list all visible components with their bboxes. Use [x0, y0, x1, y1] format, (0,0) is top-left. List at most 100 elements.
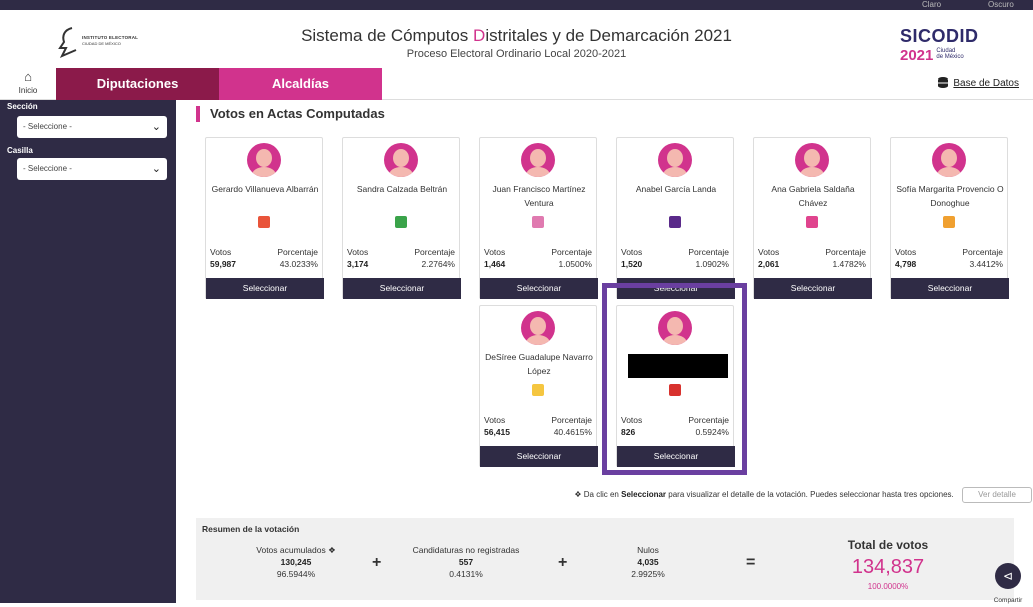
percentage-value: 1.4782%	[832, 259, 866, 269]
select-button[interactable]: Seleccionar	[480, 446, 598, 467]
tab-alcaldias[interactable]: Alcaldías	[219, 68, 382, 100]
avatar-icon	[932, 143, 966, 177]
candidate-card: DeSíree Guadalupe Navarro López Votos Po…	[479, 305, 598, 467]
plus-icon: +	[372, 554, 382, 571]
percentage-value: 1.0902%	[695, 259, 729, 269]
votes-value: 3,174	[347, 259, 369, 269]
votes-label: Votos	[758, 247, 780, 257]
select-button[interactable]: Seleccionar	[206, 278, 324, 299]
rsp-logo-icon	[806, 216, 818, 228]
avatar-icon	[521, 143, 555, 177]
votes-value: 1,464	[484, 259, 506, 269]
page-title: Sistema de Cómputos Distritales y de Dem…	[301, 26, 732, 45]
candidate-card: Juan Francisco Martínez Ventura Votos Po…	[479, 137, 598, 299]
total-value: 134,837	[851, 556, 925, 578]
candidate-card: Gerardo Villanueva Albarrán Votos Porcen…	[205, 137, 324, 299]
candidate-name: DeSíree Guadalupe Navarro López	[485, 352, 593, 376]
select-button[interactable]: Seleccionar	[480, 278, 598, 299]
ver-detalle-button[interactable]: Ver detalle	[962, 487, 1032, 503]
sicodid-brand: SICODID 2021 Ciudad de México	[900, 26, 1000, 65]
seccion-select-value: - Seleccione -	[23, 122, 72, 131]
summary-acumulados: Votos acumulados ❖ 130,245 96.5944%	[256, 545, 336, 579]
avatar-icon	[384, 143, 418, 177]
select-button[interactable]: Seleccionar	[754, 278, 872, 299]
casilla-select[interactable]: - Seleccione - ⌄	[17, 158, 167, 180]
database-link[interactable]: Base de Datos	[938, 77, 1019, 89]
summary-title: Resumen de la votación	[202, 524, 300, 534]
info-icon: ❖	[574, 490, 582, 499]
votes-value: 59,987	[210, 259, 236, 269]
votes-label: Votos	[210, 247, 232, 257]
summary-no-registradas: Candidaturas no registradas 557 0.4131%	[412, 545, 520, 579]
nav-bar: ⌂ Inicio Diputaciones Alcaldías Base de …	[0, 68, 1033, 100]
plus-icon: +	[558, 554, 568, 571]
candidate-name: Anabel García Landa	[635, 184, 717, 194]
brand-year: 2021	[900, 47, 934, 64]
home-label: Inicio	[18, 86, 38, 95]
brand-city: Ciudad de México	[936, 48, 964, 60]
chevron-down-icon: ⌄	[151, 163, 161, 175]
percentage-label: Porcentaje	[277, 247, 318, 257]
avatar-icon	[521, 311, 555, 345]
avatar-icon	[795, 143, 829, 177]
coalicion-logo-icon	[532, 384, 544, 396]
candidate-name: Sofía Margarita Provencio O Donoghue	[896, 184, 1004, 208]
select-button[interactable]: Seleccionar	[891, 278, 1009, 299]
seccion-label: Sección	[7, 102, 38, 111]
votes-label: Votos	[347, 247, 369, 257]
pri-logo-icon	[258, 216, 270, 228]
candidate-card: Sandra Calzada Beltrán Votos Porcentaje …	[342, 137, 461, 299]
database-link-label: Base de Datos	[953, 78, 1019, 89]
seccion-select[interactable]: - Seleccione - ⌄	[17, 116, 167, 138]
tab-diputaciones[interactable]: Diputaciones	[56, 68, 219, 100]
page-subtitle: Proceso Electoral Ordinario Local 2020-2…	[406, 48, 627, 60]
avatar-icon	[247, 143, 281, 177]
percentage-value: 40.4615%	[553, 427, 592, 437]
summary-nulos: Nulos 4,035 2.9925%	[631, 545, 665, 579]
share-button[interactable]: ⊲ Compartir	[988, 563, 1028, 607]
votes-value: 56,415	[484, 427, 510, 437]
candidate-name: Juan Francisco Martínez Ventura	[492, 184, 586, 208]
sidebar: Sección - Seleccione - ⌄ Casilla - Selec…	[0, 100, 176, 603]
page-header: INSTITUTO ELECTORAL CIUDAD DE MÉXICO Sis…	[0, 10, 1033, 68]
votes-label: Votos	[895, 247, 917, 257]
candidate-name: Ana Gabriela Saldaña Chávez	[771, 184, 855, 208]
percentage-value: 3.4412%	[969, 259, 1003, 269]
chevron-down-icon: ⌄	[151, 121, 161, 133]
votes-label: Votos	[484, 247, 506, 257]
percentage-label: Porcentaje	[688, 247, 729, 257]
fxm-logo-icon	[943, 216, 955, 228]
candidate-card: Anabel García Landa Votos Porcentaje 1,5…	[616, 137, 735, 299]
theme-dark-label: Oscuro	[988, 0, 1014, 9]
casilla-label: Casilla	[7, 146, 33, 155]
votes-value: 4,798	[895, 259, 917, 269]
home-icon: ⌂	[24, 69, 32, 84]
percentage-value: 2.2764%	[421, 259, 455, 269]
pvem-logo-icon	[395, 216, 407, 228]
database-icon	[938, 77, 949, 88]
home-button[interactable]: ⌂ Inicio	[0, 68, 56, 100]
total-label: Total de votos	[847, 538, 929, 552]
select-button[interactable]: Seleccionar	[343, 278, 461, 299]
percentage-label: Porcentaje	[825, 247, 866, 257]
total-percentage: 100.0000%	[867, 582, 909, 591]
percentage-value: 1.0500%	[558, 259, 592, 269]
percentage-label: Porcentaje	[962, 247, 1003, 257]
section-title: Votos en Actas Computadas	[196, 106, 385, 122]
pes-logo-icon	[669, 216, 681, 228]
info-icon[interactable]: ❖	[328, 545, 336, 555]
votes-value: 2,061	[758, 259, 780, 269]
votes-value: 1,520	[621, 259, 643, 269]
avatar-icon	[658, 143, 692, 177]
candidate-card: Ana Gabriela Saldaña Chávez Votos Porcen…	[753, 137, 872, 299]
votes-label: Votos	[484, 415, 506, 425]
selection-highlight	[602, 283, 747, 475]
top-strip: Claro Oscuro	[0, 0, 1033, 10]
vote-summary: Resumen de la votación Votos acumulados …	[196, 518, 1014, 600]
pt-logo-icon	[532, 216, 544, 228]
percentage-label: Porcentaje	[551, 247, 592, 257]
theme-light-label: Claro	[922, 0, 942, 9]
percentage-value: 43.0233%	[279, 259, 318, 269]
candidate-name: Gerardo Villanueva Albarrán	[211, 184, 319, 194]
percentage-label: Porcentaje	[551, 415, 592, 425]
